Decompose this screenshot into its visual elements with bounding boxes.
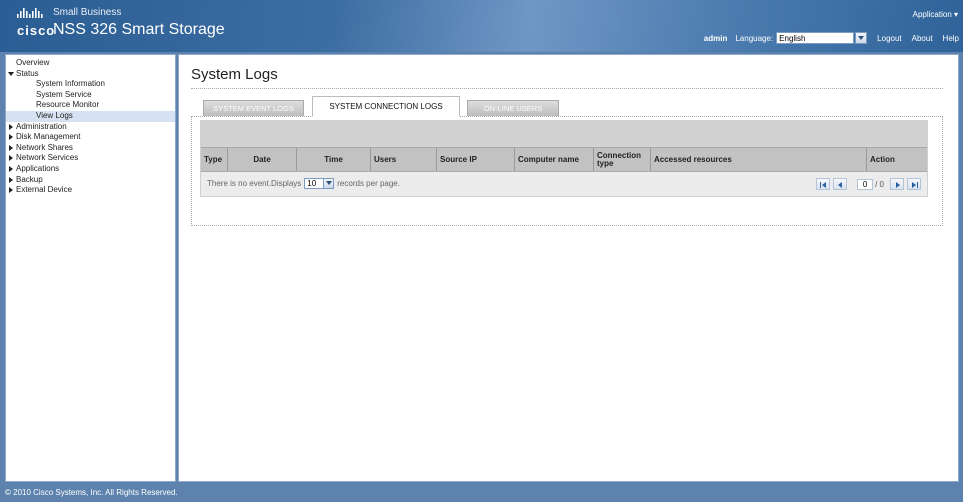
tab-label: SYSTEM CONNECTION LOGS — [329, 102, 443, 111]
sidebar-item-label: System Service — [36, 89, 92, 99]
next-page-icon — [896, 182, 900, 188]
sidebar-item-label: System Information — [36, 79, 105, 89]
product-title: NSS 326 Smart Storage — [53, 21, 225, 38]
page-total: / 0 — [875, 179, 884, 189]
user-bar: admin Language: English Logout About Hel… — [704, 31, 959, 45]
cisco-bars-icon — [17, 8, 43, 18]
sidebar-item-label: Network Services — [16, 153, 79, 163]
column-header-date[interactable]: Date — [228, 148, 297, 171]
page-number-input[interactable]: 0 — [857, 178, 874, 190]
sidebar-item-status[interactable]: Status — [6, 69, 175, 80]
table-header: Type Date Time Users Source IP Computer … — [201, 147, 927, 172]
sidebar-item-label: Overview — [16, 58, 50, 67]
sidebar-item-label: Status — [16, 68, 39, 78]
chevron-down-icon[interactable] — [323, 179, 334, 188]
column-header-connection-type[interactable]: Connection type — [594, 148, 651, 171]
bar-glyph — [820, 182, 822, 188]
sidebar-item-external-device[interactable]: External Device — [6, 185, 175, 196]
page-title: System Logs — [191, 66, 278, 83]
sidebar-item-applications[interactable]: Applications — [6, 164, 175, 175]
sidebar-item-system-service[interactable]: System Service — [6, 90, 175, 101]
sidebar-item-label: View Logs — [36, 110, 73, 120]
tab-label: ON-LINE USERS — [483, 104, 543, 113]
collapsed-arrow-icon — [9, 123, 13, 130]
app-header: cisco Small Business NSS 326 Smart Stora… — [0, 0, 963, 52]
current-user: admin — [703, 33, 728, 43]
about-link[interactable]: About — [912, 34, 933, 43]
application-menu[interactable]: Application ▾ — [913, 10, 958, 19]
collapsed-arrow-icon — [9, 187, 13, 194]
sidebar-item-label: Resource Monitor — [36, 100, 100, 110]
sidebar-item-disk-management[interactable]: Disk Management — [6, 132, 175, 143]
sidebar-item-label: Disk Management — [16, 132, 81, 142]
sidebar-item-label: Applications — [16, 163, 60, 173]
column-header-type[interactable]: Type — [201, 148, 228, 171]
sidebar-item-backup[interactable]: Backup — [6, 175, 175, 186]
sidebar-item-label: Administration — [16, 121, 67, 131]
title-divider — [191, 88, 943, 89]
records-info: There is no event.Displays 10 records pe… — [207, 178, 400, 189]
tab-system-event-logs[interactable]: SYSTEM EVENT LOGS — [203, 100, 304, 116]
language-select[interactable]: English — [776, 32, 855, 44]
copyright-footer: © 2010 Cisco Systems, Inc. All Rights Re… — [5, 488, 178, 497]
first-page-icon — [822, 182, 827, 188]
collapsed-arrow-icon — [9, 155, 13, 162]
sidebar-item-label: Backup — [16, 174, 43, 184]
sidebar-item-system-information[interactable]: System Information — [6, 79, 175, 90]
connection-logs-table: Type Date Time Users Source IP Computer … — [200, 120, 928, 197]
sidebar-item-overview[interactable]: Overview — [6, 58, 175, 69]
tab-panel: Type Date Time Users Source IP Computer … — [191, 116, 943, 226]
help-link[interactable]: Help — [943, 34, 959, 43]
table-toolbar — [201, 121, 927, 147]
column-header-users[interactable]: Users — [371, 148, 437, 171]
language-dropdown-icon[interactable] — [855, 32, 868, 44]
collapsed-arrow-icon — [9, 176, 13, 183]
sidebar-item-network-services[interactable]: Network Services — [6, 153, 175, 164]
previous-page-icon — [838, 182, 843, 188]
sidebar-item-network-shares[interactable]: Network Shares — [6, 143, 175, 154]
column-header-action[interactable]: Action — [867, 148, 927, 171]
pagination: 0 / 0 — [813, 177, 921, 191]
logout-link[interactable]: Logout — [877, 34, 901, 43]
main-content: System Logs SYSTEM EVENT LOGS SYSTEM CON… — [178, 54, 959, 482]
language-value: English — [779, 33, 806, 43]
collapsed-arrow-icon — [9, 134, 13, 141]
column-header-time[interactable]: Time — [297, 148, 371, 171]
column-header-source-ip[interactable]: Source IP — [437, 148, 515, 171]
tab-label: SYSTEM EVENT LOGS — [213, 104, 294, 113]
collapsed-arrow-icon — [9, 144, 13, 151]
sidebar-item-label: Network Shares — [16, 142, 73, 152]
expanded-arrow-icon — [8, 71, 14, 76]
brand-subtitle: Small Business — [53, 7, 122, 18]
cisco-logo-text: cisco — [17, 23, 56, 38]
records-per-page-value: 10 — [307, 179, 317, 188]
sidebar-item-view-logs[interactable]: View Logs — [6, 110, 175, 122]
sidebar-nav: Overview Status System Information Syste… — [5, 54, 176, 482]
tab-on-line-users[interactable]: ON-LINE USERS — [467, 100, 559, 116]
collapsed-arrow-icon — [9, 165, 13, 172]
tab-system-connection-logs[interactable]: SYSTEM CONNECTION LOGS — [312, 96, 460, 117]
sidebar-item-resource-monitor[interactable]: Resource Monitor — [6, 100, 175, 111]
previous-page-button[interactable] — [833, 178, 848, 190]
sidebar-item-administration[interactable]: Administration — [6, 122, 175, 133]
records-per-page-select[interactable]: 10 — [304, 178, 335, 189]
language-label: Language: — [735, 33, 774, 43]
column-header-accessed-resources[interactable]: Accessed resources — [651, 148, 867, 171]
records-per-page-suffix: records per page. — [337, 179, 400, 188]
next-page-button[interactable] — [890, 178, 904, 190]
first-page-button[interactable] — [816, 178, 831, 190]
table-footer: There is no event.Displays 10 records pe… — [201, 172, 927, 196]
last-page-button[interactable] — [907, 178, 921, 190]
last-page-icon — [912, 182, 916, 188]
no-event-message: There is no event.Displays — [207, 179, 302, 188]
column-header-computer-name[interactable]: Computer name — [515, 148, 594, 171]
sidebar-item-label: External Device — [16, 185, 73, 195]
bar-glyph — [917, 182, 918, 188]
